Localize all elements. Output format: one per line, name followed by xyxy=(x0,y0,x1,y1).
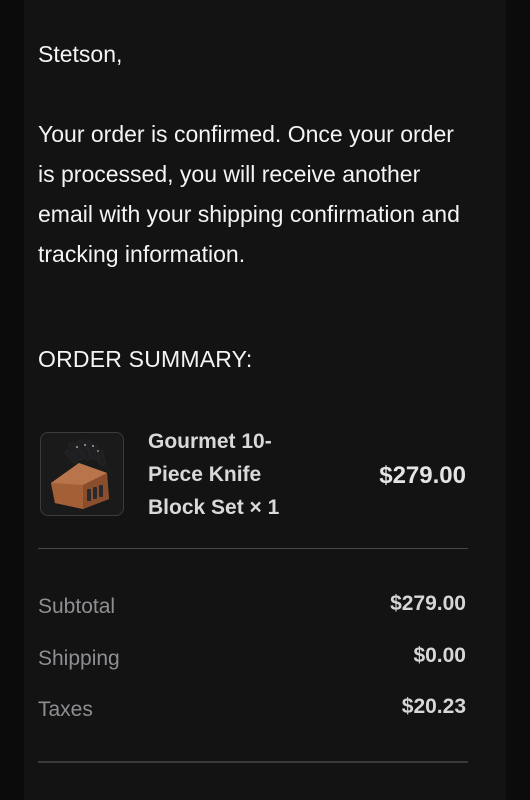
subtotal-row: Subtotal $279.00 xyxy=(38,592,468,622)
order-summary-heading: ORDER SUMMARY: xyxy=(38,346,253,372)
summary-divider-top xyxy=(38,548,468,549)
knife-block-image xyxy=(51,439,109,509)
confirmation-message: Your order is confirmed. Once your order… xyxy=(38,121,460,267)
shipping-value: $0.00 xyxy=(413,644,466,667)
product-image[interactable] xyxy=(40,432,124,516)
greeting-text: Stetson, xyxy=(38,41,123,67)
taxes-value: $20.23 xyxy=(401,695,466,718)
shipping-label: Shipping xyxy=(38,647,120,670)
product-price: $279.00 xyxy=(379,462,466,489)
taxes-row: Taxes $20.23 xyxy=(38,695,468,725)
summary-divider-bottom xyxy=(38,761,468,763)
subtotal-value: $279.00 xyxy=(390,592,466,615)
subtotal-label: Subtotal xyxy=(38,595,116,618)
taxes-label: Taxes xyxy=(38,698,93,721)
product-name[interactable]: Gourmet 10-Piece Knife Block Set × 1 xyxy=(148,425,308,524)
shipping-row: Shipping $0.00 xyxy=(38,644,468,674)
